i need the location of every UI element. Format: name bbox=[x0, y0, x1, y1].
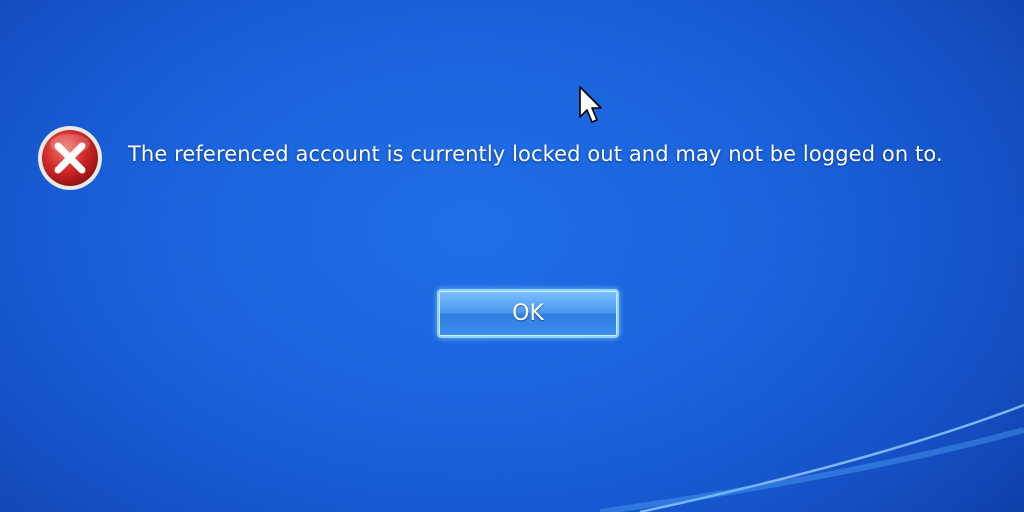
background-swoosh bbox=[599, 403, 1024, 512]
error-icon bbox=[38, 126, 102, 190]
ok-button[interactable]: OK bbox=[437, 289, 619, 338]
error-message: The referenced account is currently lock… bbox=[128, 142, 943, 166]
ok-button-label: OK bbox=[512, 301, 544, 326]
mouse-cursor-icon bbox=[579, 86, 602, 123]
logon-screen: The referenced account is currently lock… bbox=[0, 0, 1024, 512]
